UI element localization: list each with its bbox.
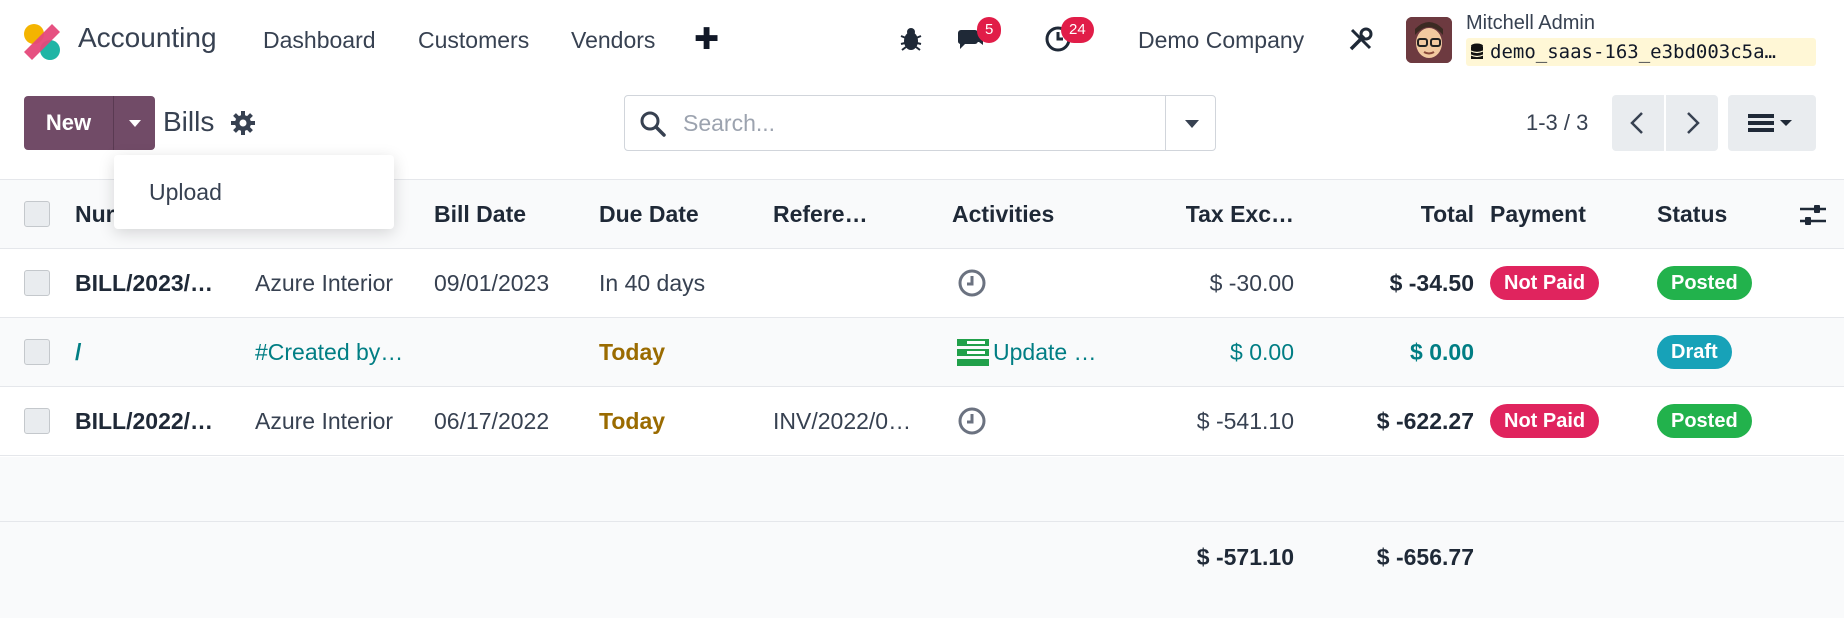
activity-label[interactable]: Update … (993, 339, 1097, 366)
bill-number: BILL/2022/… (75, 407, 214, 434)
optional-columns-icon[interactable] (1798, 202, 1828, 228)
total: $ -622.27 (1376, 407, 1474, 434)
new-dropdown-toggle[interactable] (113, 96, 155, 150)
vendor: Azure Interior (255, 407, 394, 434)
activity-todo-icon (957, 339, 989, 366)
select-all-checkbox[interactable] (24, 201, 50, 227)
activity-cell[interactable] (957, 249, 997, 317)
status-badge: Posted (1657, 404, 1752, 438)
row-checkbox[interactable] (24, 339, 50, 365)
row-checkbox[interactable] (24, 408, 50, 434)
debug-bug-icon[interactable] (896, 24, 926, 54)
due-date: Today (599, 338, 666, 365)
payment-cell: Not Paid (1490, 387, 1630, 455)
reference (773, 249, 923, 317)
payment-cell (1490, 318, 1630, 386)
search-icon (640, 111, 666, 137)
payment-cell: Not Paid (1490, 249, 1630, 317)
table-row[interactable]: BILL/2023/… Azure Interior 09/01/2023 In… (0, 249, 1844, 318)
pager-value[interactable]: 1-3 / 3 (1526, 110, 1588, 136)
status-badge: Draft (1657, 335, 1732, 369)
activities-count-badge: 24 (1061, 17, 1094, 43)
reference (773, 318, 923, 386)
messages-count-badge: 5 (977, 17, 1002, 43)
add-menu-icon[interactable]: ✚ (694, 22, 719, 57)
activity-cell[interactable]: Update … (957, 318, 1107, 386)
clock-icon[interactable] (957, 268, 987, 298)
total-sum: $ -656.77 (1376, 543, 1474, 570)
new-button[interactable]: New (24, 96, 113, 150)
menu-vendors[interactable]: Vendors (571, 27, 655, 54)
database-name: demo_saas-163_e3bd003c5a… (1490, 41, 1776, 63)
bill-date (434, 318, 584, 386)
search-input[interactable] (683, 108, 1143, 138)
table-row[interactable]: / #Created by… Today Update … $ 0.00 $ 0… (0, 318, 1844, 387)
due-date: In 40 days (599, 269, 706, 296)
pager-next-button[interactable] (1666, 95, 1718, 151)
total: $ 0.00 (1410, 338, 1474, 365)
search-box (624, 95, 1216, 151)
chevron-right-icon (1687, 112, 1700, 134)
payment-status-badge: Not Paid (1490, 404, 1600, 438)
accounting-app-icon[interactable] (22, 22, 62, 62)
company-switcher[interactable]: Demo Company (1138, 27, 1304, 54)
activity-cell[interactable] (957, 387, 997, 455)
tax-excluded: $ 0.00 (1230, 338, 1294, 365)
menu-dashboard[interactable]: Dashboard (263, 27, 376, 54)
view-switcher-button[interactable] (1728, 95, 1816, 151)
table-row[interactable]: BILL/2022/… Azure Interior 06/17/2022 To… (0, 387, 1844, 456)
top-navbar: Accounting Dashboard Customers Vendors ✚… (0, 0, 1844, 80)
gear-icon[interactable] (230, 110, 256, 136)
row-checkbox[interactable] (24, 270, 50, 296)
bill-number: / (75, 338, 82, 365)
list-view-icon (1748, 114, 1792, 132)
column-number[interactable]: Nur (75, 180, 115, 248)
column-tax-excluded[interactable]: Tax Exc… (1130, 180, 1294, 248)
user-name[interactable]: Mitchell Admin (1466, 12, 1595, 35)
bill-date: 09/01/2023 (434, 269, 550, 296)
new-dropdown-menu: Upload (114, 155, 394, 229)
clock-icon[interactable] (957, 406, 987, 436)
database-name-chip: demo_saas-163_e3bd003c5a… (1466, 38, 1816, 66)
column-status[interactable]: Status (1657, 180, 1777, 248)
status-cell: Posted (1657, 249, 1787, 317)
list-totals-row: $ -571.10 $ -656.77 (0, 522, 1844, 618)
empty-list-area (0, 457, 1844, 522)
menu-customers[interactable]: Customers (418, 27, 529, 54)
status-cell: Draft (1657, 318, 1787, 386)
status-badge: Posted (1657, 266, 1752, 300)
page-title: Bills (163, 106, 215, 137)
chevron-left-icon (1630, 112, 1643, 134)
tax-excluded: $ -30.00 (1209, 269, 1294, 296)
payment-status-badge: Not Paid (1490, 266, 1600, 300)
app-name[interactable]: Accounting (78, 22, 217, 54)
settings-tools-icon[interactable] (1346, 24, 1376, 54)
reference: INV/2022/0… (773, 407, 912, 434)
status-cell: Posted (1657, 387, 1787, 455)
column-payment[interactable]: Payment (1490, 180, 1620, 248)
vendor: Azure Interior (255, 269, 394, 296)
vendor: #Created by… (255, 338, 404, 365)
bill-date: 06/17/2022 (434, 407, 550, 434)
user-avatar[interactable] (1406, 17, 1452, 63)
column-due-date[interactable]: Due Date (599, 180, 749, 248)
tax-excluded: $ -541.10 (1196, 407, 1294, 434)
bill-number: BILL/2023/… (75, 269, 214, 296)
column-activities[interactable]: Activities (952, 180, 1102, 248)
tax-excluded-sum: $ -571.10 (1196, 543, 1294, 570)
column-total[interactable]: Total (1330, 180, 1474, 248)
column-reference[interactable]: Refere… (773, 180, 923, 248)
database-icon (1470, 43, 1484, 59)
pager-previous-button[interactable] (1612, 95, 1664, 151)
column-bill-date[interactable]: Bill Date (434, 180, 584, 248)
total: $ -34.50 (1389, 269, 1474, 296)
search-options-toggle[interactable] (1165, 96, 1217, 150)
due-date: Today (599, 407, 666, 434)
upload-menu-item[interactable]: Upload (149, 179, 222, 206)
